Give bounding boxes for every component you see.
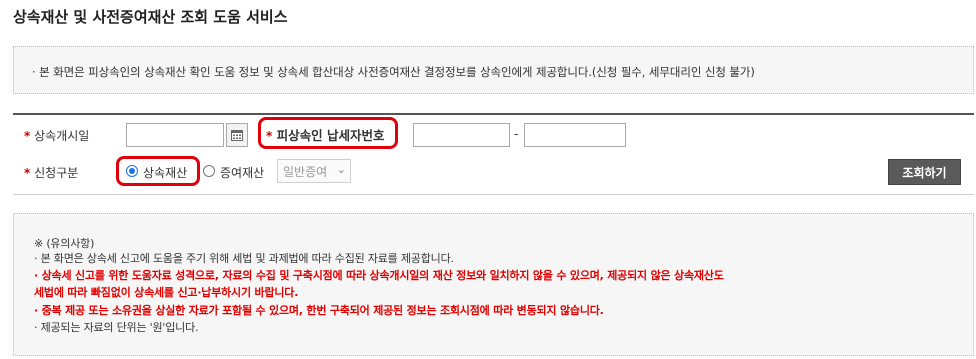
notice-line: · 중복 제공 또는 소유권을 상실한 자료가 포함될 수 있으며, 한번 구축… (34, 304, 604, 317)
start-date-input[interactable] (126, 123, 224, 147)
gift-type-select[interactable]: 일반증여 ⌄ (277, 159, 351, 183)
required-mark: * (24, 166, 31, 180)
required-mark: * (24, 129, 31, 143)
notice-box: ※ (유의사항) · 본 화면은 상속세 신고에 도움을 주기 위해 세법 및 … (13, 213, 974, 356)
tin-part1-input[interactable] (413, 123, 510, 147)
page-title: 상속재산 및 사전증여재산 조회 도움 서비스 (13, 8, 288, 26)
notice-line: · 제공되는 자료의 단위는 '원'입니다. (34, 321, 199, 334)
calendar-icon (231, 130, 243, 141)
query-button[interactable]: 조회하기 (888, 159, 961, 185)
notice-line: · 본 화면은 상속세 신고에 도움을 주기 위해 세법 및 과제법에 따라 수… (34, 252, 454, 265)
tin-separator: - (514, 127, 519, 141)
chevron-down-icon: ⌄ (336, 163, 346, 176)
notice-line: 세법에 따라 빠짐없이 상속세를 신고·납부하시기 바랍니다. (34, 286, 299, 299)
inheritance-radio-label[interactable]: 상속재산 (143, 164, 187, 181)
notice-heading: ※ (유의사항) (34, 237, 95, 250)
decedent-tin-label: * 피상속인 납세자번호 (266, 128, 385, 143)
required-mark: * (266, 129, 273, 143)
calendar-button[interactable] (226, 123, 248, 147)
gift-radio-label[interactable]: 증여재산 (220, 164, 264, 181)
info-box: · 본 화면은 피상속인의 상속재산 확인 도움 정보 및 상속세 합산대상 사… (13, 46, 974, 94)
request-type-label: * 신청구분 (24, 166, 79, 180)
gift-radio[interactable] (203, 165, 215, 177)
info-text: · 본 화면은 피상속인의 상속재산 확인 도움 정보 및 상속세 합산대상 사… (32, 65, 755, 79)
tin-part2-input[interactable] (524, 123, 626, 147)
start-date-label: * 상속개시일 (24, 129, 90, 143)
notice-line: · 상속세 신고를 위한 도움자료 성격으로, 자료의 수집 및 구축시점에 따… (34, 269, 724, 282)
inheritance-radio[interactable] (126, 165, 138, 177)
